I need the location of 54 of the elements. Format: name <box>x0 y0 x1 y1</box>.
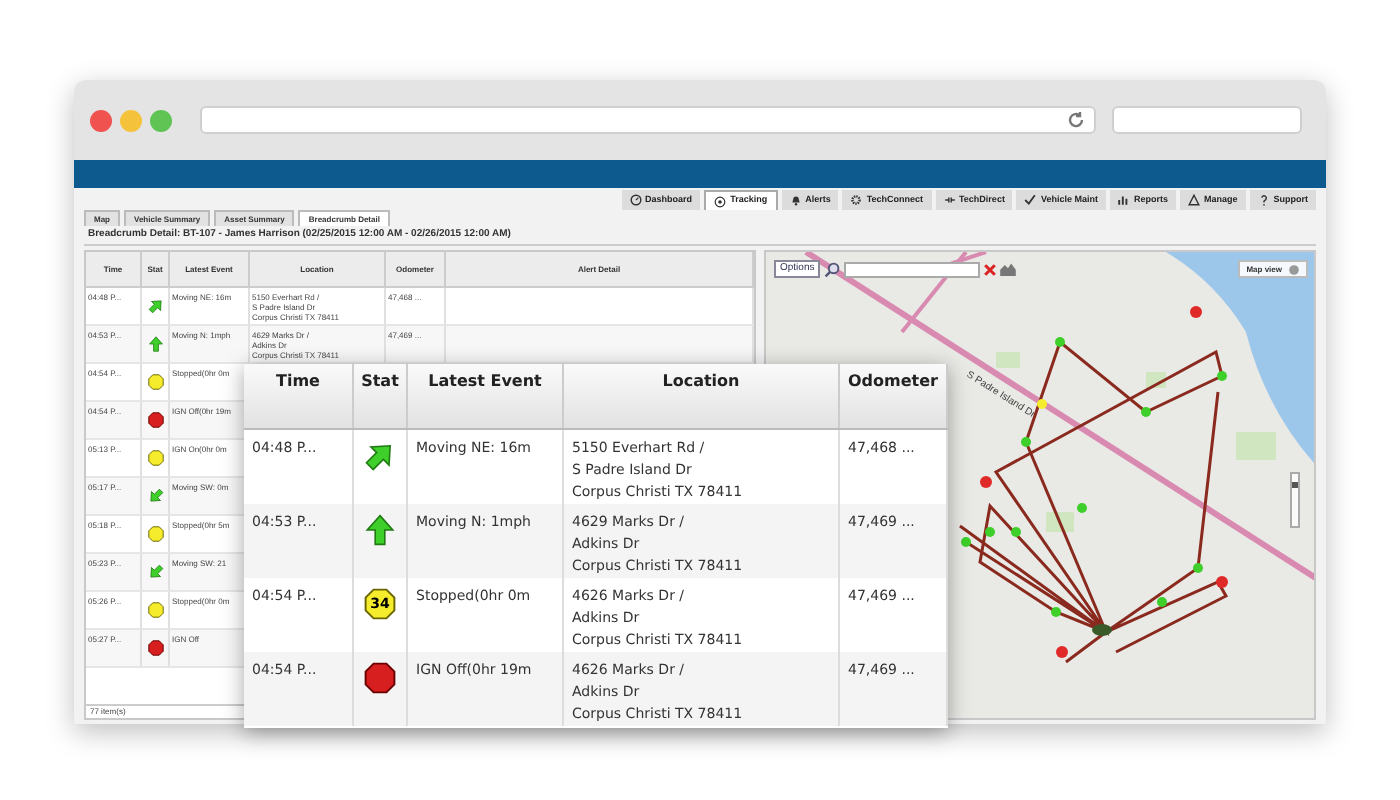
octagon-icon <box>147 602 163 618</box>
gear-icon <box>850 194 863 206</box>
bell-icon <box>789 194 802 206</box>
map-marker[interactable] <box>980 476 992 488</box>
map-marker[interactable] <box>985 527 995 537</box>
map-marker[interactable] <box>1157 597 1167 607</box>
target-icon <box>714 195 727 207</box>
column-header[interactable]: Location <box>564 364 840 428</box>
stop-sign-icon <box>147 640 163 656</box>
reload-icon[interactable] <box>1066 110 1086 130</box>
diagonal-arrow-icon <box>147 488 163 504</box>
zoom-slider[interactable] <box>1290 472 1300 528</box>
octagon-icon <box>364 588 396 620</box>
up-arrow-icon <box>147 336 163 352</box>
question-mark-icon <box>1257 194 1270 206</box>
octagon-icon <box>147 526 163 542</box>
park-area <box>1236 432 1276 460</box>
octagon-icon <box>147 374 163 390</box>
map-marker[interactable] <box>1056 646 1068 658</box>
checkmark-icon <box>1024 194 1037 206</box>
slider-thumb[interactable] <box>1292 481 1298 488</box>
octagon-icon <box>147 450 163 466</box>
globe-icon <box>1288 263 1300 275</box>
triangle-icon <box>1187 194 1200 206</box>
diagonal-arrow-icon <box>147 564 163 580</box>
map-marker[interactable] <box>1216 576 1228 588</box>
up-arrow-icon <box>364 514 396 546</box>
diagonal-arrow-icon <box>147 298 163 314</box>
map-marker[interactable] <box>1011 527 1021 537</box>
map-marker[interactable] <box>1077 503 1087 513</box>
map-marker[interactable] <box>961 537 971 547</box>
column-header[interactable]: Odometer <box>840 364 948 428</box>
gauge-icon <box>629 194 642 206</box>
map-marker[interactable] <box>1217 371 1227 381</box>
plug-icon <box>943 194 956 206</box>
column-header[interactable]: Time <box>244 364 354 428</box>
search-icon[interactable] <box>824 261 841 277</box>
diagonal-arrow-icon <box>364 440 396 472</box>
map-marker[interactable] <box>1037 399 1047 409</box>
map-marker[interactable] <box>1141 407 1151 417</box>
close-icon[interactable] <box>984 263 997 275</box>
map-marker[interactable] <box>1021 437 1031 447</box>
map-marker[interactable] <box>1193 563 1203 573</box>
map-marker[interactable] <box>1051 607 1061 617</box>
park-area <box>996 352 1020 368</box>
landscape-icon[interactable] <box>1000 262 1017 276</box>
column-header[interactable]: Latest Event <box>408 364 564 428</box>
stop-sign-icon <box>147 412 163 428</box>
map-marker[interactable] <box>1190 306 1202 318</box>
column-header[interactable]: Stat <box>354 364 408 428</box>
map-marker[interactable] <box>1055 337 1065 347</box>
stop-sign-icon <box>364 662 396 694</box>
bar-chart-icon <box>1117 194 1130 206</box>
vehicle-marker[interactable] <box>1092 624 1112 636</box>
